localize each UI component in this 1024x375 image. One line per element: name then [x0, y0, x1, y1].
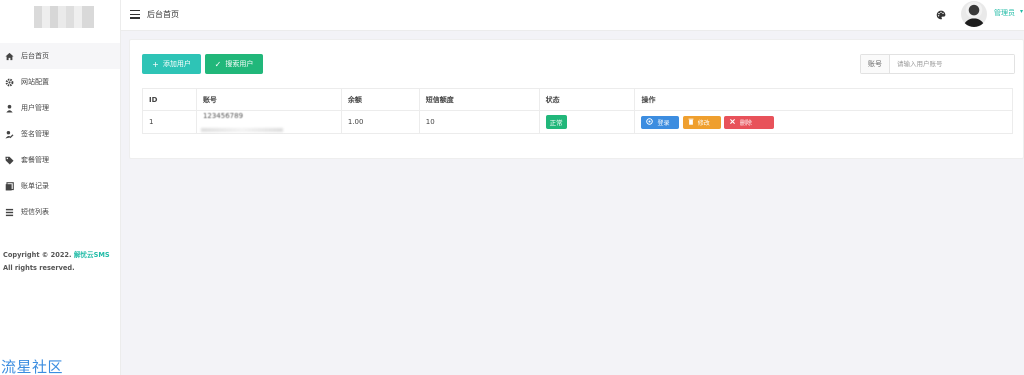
plus-icon: + [152, 59, 159, 69]
user-table: ID 账号 余额 短信额度 状态 操作 1 123456789 1.00 10 … [142, 88, 1013, 134]
user-edit-icon [4, 129, 14, 139]
user-icon [4, 103, 14, 113]
login-icon [646, 117, 654, 127]
check-icon: ✓ [214, 59, 222, 69]
menu-toggle-icon[interactable] [130, 10, 140, 19]
watermark: 流星社区 [1, 358, 64, 375]
column-header-account: 账号 [195, 88, 342, 111]
brand-link[interactable]: 解忧云SMS [74, 251, 110, 259]
column-header-id: ID [142, 88, 197, 111]
copyright: Copyright © 2022. 解忧云SMS All rights rese… [3, 249, 110, 275]
home-icon [4, 51, 14, 61]
sidebar-item-bills[interactable]: 账单记录 [0, 173, 120, 199]
edit-button[interactable]: 修改 [682, 115, 721, 129]
sidebar-nav: 后台首页 网站配置 用户管理 签名管理 套餐管理 账单记录 短信列表 [0, 43, 120, 225]
cell-id: 1 [142, 110, 197, 134]
column-header-actions: 操作 [634, 88, 1013, 111]
search-label: 账号 [861, 55, 890, 73]
account-search: 账号 [860, 54, 1015, 74]
account-search-input[interactable] [890, 55, 1014, 73]
account-value: 123456789 [202, 112, 244, 120]
login-label: 登录 [657, 119, 670, 127]
sidebar-item-label: 套餐管理 [21, 156, 49, 164]
sidebar-item-label: 网站配置 [21, 78, 49, 86]
sidebar-item-packages[interactable]: 套餐管理 [0, 147, 120, 173]
topbar: 后台首页 管理员 ▾ [121, 0, 1024, 31]
sidebar-item-label: 账单记录 [21, 182, 49, 190]
delete-button[interactable]: 删除 [723, 115, 774, 129]
tag-icon [4, 155, 14, 165]
close-icon [729, 118, 736, 127]
logo [34, 6, 94, 28]
sidebar-item-home[interactable]: 后台首页 [0, 43, 120, 69]
sidebar-item-users[interactable]: 用户管理 [0, 95, 120, 121]
copyright-suffix: All rights reserved. [3, 264, 75, 272]
table-header-row: ID 账号 余额 短信额度 状态 操作 [142, 88, 1013, 111]
delete-label: 删除 [739, 119, 752, 127]
sidebar: 后台首页 网站配置 用户管理 签名管理 套餐管理 账单记录 短信列表 Copyr… [0, 0, 121, 375]
sidebar-item-label: 用户管理 [21, 104, 49, 112]
cell-quota: 10 [418, 110, 540, 134]
gear-icon [4, 77, 14, 87]
search-user-label: 搜索用户 [225, 60, 254, 68]
login-button[interactable]: 登录 [641, 115, 680, 129]
add-user-label: 添加用户 [162, 60, 191, 68]
edit-label: 修改 [697, 119, 710, 127]
list-icon [4, 207, 14, 217]
copyright-prefix: Copyright © 2022. [3, 251, 72, 259]
sidebar-item-signatures[interactable]: 签名管理 [0, 121, 120, 147]
sidebar-item-label: 签名管理 [21, 130, 49, 138]
sidebar-item-label: 后台首页 [21, 52, 49, 60]
cell-actions: 登录 修改 删除 [634, 110, 1013, 134]
search-user-button[interactable]: ✓ 搜索用户 [205, 54, 263, 74]
sidebar-item-label: 短信列表 [21, 208, 49, 216]
sidebar-item-site-config[interactable]: 网站配置 [0, 69, 120, 95]
cell-status: 正常 [538, 110, 636, 134]
trash-icon [688, 118, 694, 127]
admin-name[interactable]: 管理员 [994, 8, 1015, 18]
palette-icon[interactable] [936, 10, 946, 20]
cell-account: 123456789 [195, 110, 342, 134]
cell-balance: 1.00 [340, 110, 420, 134]
sidebar-item-sms-list[interactable]: 短信列表 [0, 199, 120, 225]
bill-icon [4, 181, 14, 191]
status-badge: 正常 [545, 115, 567, 129]
chevron-down-icon[interactable]: ▾ [1020, 8, 1023, 15]
page-title: 后台首页 [147, 10, 179, 19]
column-header-balance: 余额 [340, 88, 420, 111]
column-header-quota: 短信额度 [418, 88, 540, 111]
user-list-card: + 添加用户 ✓ 搜索用户 账号 ID 账号 余额 短信额度 状态 操作 1 1… [129, 39, 1024, 159]
column-header-status: 状态 [538, 88, 636, 111]
add-user-button[interactable]: + 添加用户 [142, 54, 201, 74]
table-row: 1 123456789 1.00 10 正常 登录 修改 删除 [142, 110, 1013, 134]
avatar[interactable] [961, 1, 987, 27]
